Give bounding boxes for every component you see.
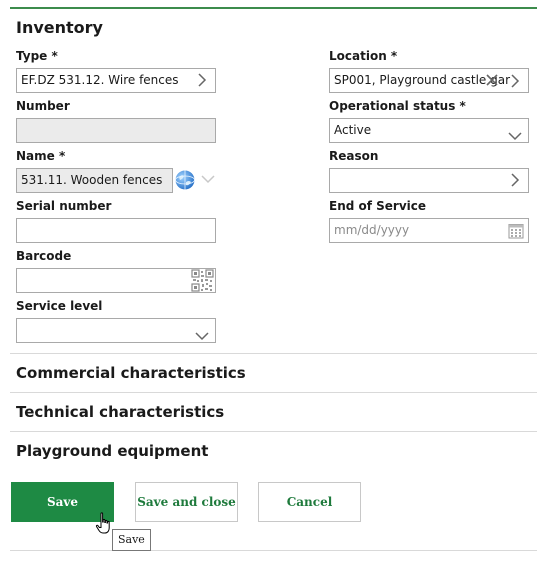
- type-label: Type *: [16, 49, 58, 63]
- number-field: [16, 118, 216, 143]
- save-and-close-button[interactable]: Save and close: [135, 482, 238, 522]
- type-value: EF.DZ 531.12. Wire fences: [21, 73, 179, 87]
- operational-status-select[interactable]: Active: [329, 118, 529, 143]
- end-of-service-label: End of Service: [329, 199, 427, 213]
- service-level-label: Service level: [16, 299, 103, 313]
- barcode-input[interactable]: [16, 268, 216, 293]
- chevron-right-icon[interactable]: [510, 173, 520, 187]
- number-label: Number: [16, 99, 70, 113]
- cancel-button[interactable]: Cancel: [258, 482, 361, 522]
- serial-number-label: Serial number: [16, 199, 112, 213]
- end-of-service-input[interactable]: mm/dd/yyyy: [329, 218, 529, 243]
- service-level-select[interactable]: [16, 318, 216, 343]
- chevron-down-icon: [508, 126, 522, 142]
- chevron-right-icon[interactable]: [510, 73, 520, 92]
- section-commercial-characteristics[interactable]: Commercial characteristics: [16, 364, 246, 382]
- tooltip: Save: [112, 529, 151, 551]
- divider: [10, 392, 537, 393]
- top-border: [10, 7, 537, 9]
- name-field: 531.11. Wooden fences: [16, 168, 173, 193]
- operational-status-label: Operational status *: [329, 99, 466, 113]
- serial-number-input[interactable]: [16, 218, 216, 243]
- barcode-label: Barcode: [16, 249, 72, 263]
- section-playground-equipment[interactable]: Playground equipment: [16, 442, 208, 460]
- chevron-down-icon: [195, 326, 209, 342]
- location-label: Location *: [329, 49, 398, 63]
- divider: [10, 550, 537, 551]
- hand-cursor-icon: [95, 512, 113, 540]
- divider: [10, 353, 537, 354]
- chevron-down-icon[interactable]: [201, 174, 215, 184]
- calendar-icon[interactable]: [508, 222, 524, 239]
- chevron-right-icon[interactable]: [197, 73, 207, 87]
- location-field[interactable]: SP001, Playground castle gar: [329, 68, 529, 93]
- end-of-service-placeholder: mm/dd/yyyy: [334, 223, 410, 237]
- reason-field[interactable]: [329, 168, 529, 193]
- qr-code-icon[interactable]: [191, 269, 214, 292]
- reason-label: Reason: [329, 149, 379, 163]
- location-value: SP001, Playground castle gar: [334, 73, 511, 87]
- type-field[interactable]: EF.DZ 531.12. Wire fences: [16, 68, 216, 93]
- operational-status-value: Active: [334, 123, 372, 137]
- globe-icon[interactable]: [174, 169, 196, 191]
- divider: [10, 431, 537, 432]
- name-label: Name *: [16, 149, 66, 163]
- name-value: 531.11. Wooden fences: [21, 173, 163, 187]
- close-icon[interactable]: [486, 74, 498, 86]
- section-technical-characteristics[interactable]: Technical characteristics: [16, 403, 224, 421]
- section-title-inventory: Inventory: [16, 18, 103, 37]
